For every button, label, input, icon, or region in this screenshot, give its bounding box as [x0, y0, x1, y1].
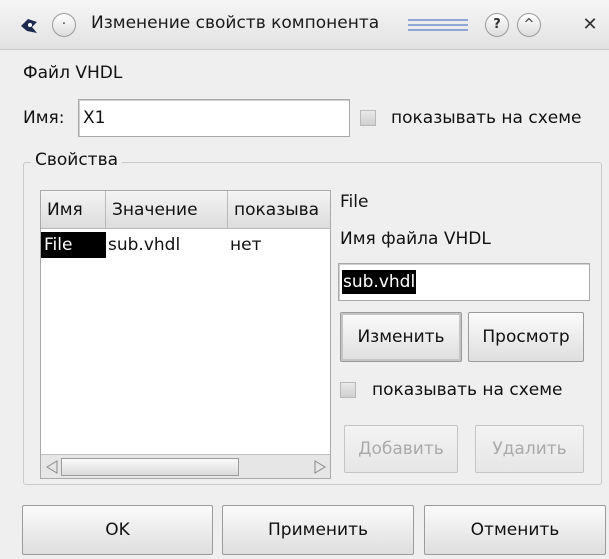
cell-show: нет: [230, 235, 262, 255]
app-logo-icon: [21, 19, 37, 33]
name-show-on-schematic-label: показывать на схеме: [391, 108, 582, 128]
property-value-input[interactable]: sub.vhdl: [338, 263, 590, 301]
column-header-name[interactable]: Имя: [41, 191, 106, 229]
shade-icon[interactable]: ^: [517, 13, 541, 37]
property-value-selected-text: sub.vhdl: [342, 270, 417, 294]
title-decoration: [408, 19, 468, 33]
scrollbar-thumb[interactable]: [61, 458, 239, 476]
properties-group-title: Свойства: [31, 150, 123, 170]
property-description: Имя файла VHDL: [340, 229, 491, 249]
apply-button[interactable]: Применить: [222, 505, 414, 555]
name-input[interactable]: X1: [78, 99, 350, 137]
ok-button[interactable]: OK: [22, 505, 213, 555]
view-button[interactable]: Просмотр: [468, 312, 584, 362]
scroll-right-icon[interactable]: [312, 460, 328, 474]
add-property-button[interactable]: Добавить: [344, 425, 458, 473]
component-type-label: Файл VHDL: [23, 63, 123, 83]
remove-property-button[interactable]: Удалить: [475, 425, 584, 473]
selected-property-name: File: [340, 192, 369, 212]
cancel-button[interactable]: Отменить: [424, 505, 606, 555]
properties-table[interactable]: Имя Значение показыва File sub.vhdl нет: [40, 190, 331, 479]
column-header-value[interactable]: Значение: [106, 191, 228, 229]
table-row[interactable]: File sub.vhdl нет: [41, 231, 330, 259]
name-label: Имя:: [23, 108, 65, 128]
property-show-on-schematic-label: показывать на схеме: [372, 380, 563, 400]
cell-value: sub.vhdl: [108, 235, 181, 255]
close-icon[interactable]: ✕: [578, 13, 602, 37]
window-menu-icon[interactable]: ·: [52, 13, 76, 37]
scroll-left-icon[interactable]: [44, 460, 60, 474]
edit-button[interactable]: Изменить: [340, 312, 462, 362]
cell-name: File: [41, 232, 106, 258]
horizontal-scrollbar[interactable]: [41, 454, 330, 478]
column-header-show[interactable]: показыва: [228, 191, 330, 229]
title-bar[interactable]: · Изменение свойств компонента ? ^ ✕: [0, 0, 609, 50]
property-show-on-schematic-checkbox[interactable]: [340, 382, 356, 398]
window-title: Изменение свойств компонента: [91, 13, 380, 33]
help-icon[interactable]: ?: [485, 13, 509, 37]
name-show-on-schematic-checkbox[interactable]: [360, 110, 376, 126]
